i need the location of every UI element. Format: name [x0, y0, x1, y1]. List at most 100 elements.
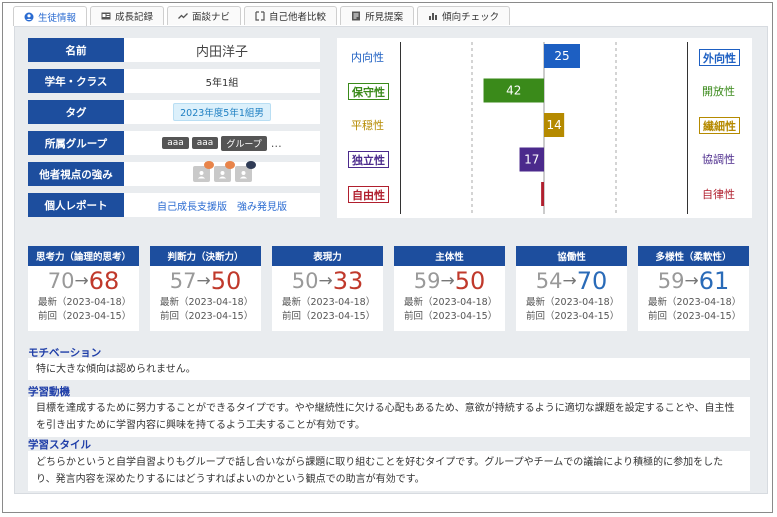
group-badge[interactable]: aaa: [162, 137, 189, 149]
bar-value-label: 42: [506, 84, 521, 98]
tab-bar: 生徒情報 成長記録 面談ナビ 自己他者比較 所見提案 傾向チェック: [13, 6, 511, 26]
score-values: 54 → 70: [516, 266, 627, 296]
trait-freedom: 自由性: [348, 186, 389, 203]
peer-avatars: [192, 161, 256, 182]
current-score: 68: [88, 267, 120, 295]
current-score: 33: [332, 267, 364, 295]
strength-row: 他者視点の強み: [28, 161, 320, 186]
previous-score: 57: [169, 269, 197, 293]
score-card-expression: 表現力 50 → 33 最新（2023-04-18） 前回（2023-04-15）: [272, 246, 383, 331]
report-value-cell: 自己成長支援版 強み発見版: [124, 193, 320, 217]
user-circle-icon: [24, 12, 34, 22]
tab-label: 傾向チェック: [442, 12, 500, 23]
self-growth-report-link[interactable]: 自己成長支援版: [157, 198, 227, 213]
tab-interview-navi[interactable]: 面談ナビ: [167, 6, 242, 25]
score-title: 主体性: [394, 246, 505, 266]
compare-icon: [255, 11, 265, 21]
arrow-right-icon: →: [440, 271, 455, 291]
tab-label: 生徒情報: [38, 12, 77, 24]
trait-calm: 平穏性: [351, 119, 384, 132]
score-values: 50 → 33: [272, 266, 383, 296]
current-score: 70: [576, 267, 608, 295]
tab-label: 所見提案: [365, 12, 404, 23]
latest-date: 最新（2023-04-18）: [38, 297, 132, 308]
score-title: 判断力（決断力）: [150, 246, 261, 266]
score-values: 59 → 61: [638, 266, 749, 296]
previous-date: 前回（2023-04-15）: [282, 311, 376, 322]
bar-value-label: 17: [524, 153, 539, 167]
current-score: 50: [210, 267, 242, 295]
current-score: 61: [698, 267, 730, 295]
avatar[interactable]: [234, 161, 256, 182]
tag-label: タグ: [28, 100, 124, 124]
previous-score: 59: [657, 269, 685, 293]
latest-date: 最新（2023-04-18）: [282, 297, 376, 308]
tag-pill[interactable]: 2023年度5年1組男: [173, 103, 271, 121]
latest-date: 最新（2023-04-18）: [404, 297, 498, 308]
speech-bubble-icon: [203, 161, 214, 169]
learning-style-text: どちらかというと自学自習よりもグループで話し合いながら課題に取り組むことを好むタ…: [28, 451, 750, 491]
previous-score: 59: [413, 269, 441, 293]
motivation-text: 特に大きな傾向は認められません。: [28, 358, 750, 380]
id-card-icon: [101, 11, 111, 21]
avatar[interactable]: [213, 161, 235, 182]
trait-bar-chart: 25 42 14 17: [400, 42, 688, 214]
score-card-diversity: 多様性（柔軟性） 59 → 61 最新（2023-04-18） 前回（2023-04…: [638, 246, 749, 331]
speech-bubble-icon: [245, 161, 256, 169]
current-score: 50: [454, 267, 486, 295]
group-row: 所属グループ aaa aaa グループ …: [28, 131, 320, 155]
score-values: 57 → 50: [150, 266, 261, 296]
score-card-collaboration: 協働性 54 → 70 最新（2023-04-18） 前回（2023-04-15）: [516, 246, 627, 331]
name-value: 内田洋子: [124, 38, 320, 62]
score-card-initiative: 主体性 59 → 50 最新（2023-04-18） 前回（2023-04-15）: [394, 246, 505, 331]
previous-date: 前回（2023-04-15）: [160, 311, 254, 322]
arrow-right-icon: →: [318, 271, 333, 291]
student-info-table: 名前 内田洋子 学年・クラス 5年1組 タグ 2023年度5年1組男 所属グルー…: [28, 38, 320, 224]
arrow-right-icon: →: [74, 271, 89, 291]
tab-growth-record[interactable]: 成長記録: [90, 6, 165, 25]
tab-label: 自己他者比較: [269, 12, 327, 23]
arrow-right-icon: →: [684, 271, 699, 291]
tab-label: 成長記録: [115, 12, 154, 23]
class-label: 学年・クラス: [28, 69, 124, 93]
tab-self-other-compare[interactable]: 自己他者比較: [244, 6, 338, 25]
report-label: 個人レポート: [28, 193, 124, 217]
tab-label: 面談ナビ: [192, 12, 231, 23]
trait-bar: [541, 182, 544, 206]
trait-autonomy: 自律性: [702, 188, 735, 201]
group-badge[interactable]: グループ: [221, 135, 267, 151]
trait-independence: 独立性: [348, 151, 389, 168]
arrow-right-icon: →: [562, 271, 577, 291]
latest-date: 最新（2023-04-18）: [160, 297, 254, 308]
trend-icon: [178, 11, 188, 21]
group-label: 所属グループ: [28, 131, 124, 155]
score-card-judgment: 判断力（決断力） 57 → 50 最新（2023-04-18） 前回（2023-04…: [150, 246, 261, 331]
group-badge[interactable]: aaa: [191, 137, 219, 149]
previous-score: 54: [535, 269, 563, 293]
score-values: 70 → 68: [28, 266, 139, 296]
group-more[interactable]: …: [271, 137, 282, 150]
arrow-right-icon: →: [196, 271, 211, 291]
tab-findings-suggestion[interactable]: 所見提案: [340, 6, 415, 25]
previous-date: 前回（2023-04-15）: [526, 311, 620, 322]
previous-date: 前回（2023-04-15）: [38, 311, 132, 322]
trait-cooperation: 協調性: [702, 153, 735, 166]
trait-conservative: 保守性: [348, 83, 389, 100]
previous-score: 70: [47, 269, 75, 293]
bar-value-label: 14: [546, 118, 561, 132]
previous-score: 50: [291, 269, 319, 293]
group-value-cell: aaa aaa グループ …: [124, 131, 320, 155]
tab-student-info[interactable]: 生徒情報: [13, 6, 88, 26]
bar-value-label: 25: [554, 49, 569, 63]
strength-label: 他者視点の強み: [28, 162, 124, 186]
competency-scores: 思考力（論理的思考） 70 → 68 最新（2023-04-18） 前回（2023-…: [28, 246, 749, 331]
name-label: 名前: [28, 38, 124, 62]
report-row: 個人レポート 自己成長支援版 強み発見版: [28, 193, 320, 217]
trait-introversion: 内向性: [351, 51, 384, 64]
avatar[interactable]: [192, 161, 214, 182]
previous-date: 前回（2023-04-15）: [404, 311, 498, 322]
previous-date: 前回（2023-04-15）: [648, 311, 742, 322]
strength-discovery-report-link[interactable]: 強み発見版: [237, 198, 287, 213]
name-row: 名前 内田洋子: [28, 38, 320, 62]
tab-tendency-check[interactable]: 傾向チェック: [417, 6, 511, 25]
